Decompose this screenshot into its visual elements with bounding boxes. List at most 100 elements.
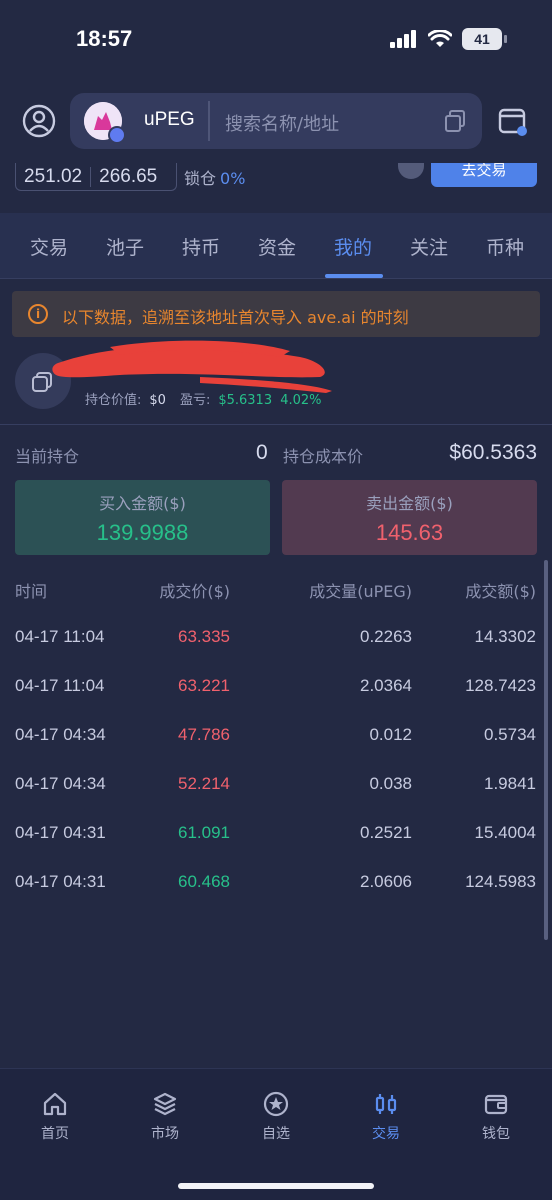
tab-holders[interactable]: 持币 (182, 233, 220, 260)
cost-price-label: 持仓成本价 (283, 447, 364, 466)
holding-stats: 持仓价值: $0 盈亏: $5.6313 4.02% (85, 389, 322, 408)
trade-row: 04-17 04:31 61.091 0.2521 15.4004 (0, 823, 552, 872)
trade-row: 04-17 04:34 47.786 0.012 0.5734 (0, 725, 552, 774)
trade-qty: 0.2263 (360, 627, 412, 646)
cost-price-value: $60.5363 (449, 441, 537, 464)
trade-amount: 128.7423 (465, 676, 536, 695)
trade-price: 47.786 (178, 725, 230, 744)
scrollbar[interactable] (544, 560, 548, 940)
price-range: 251.02 266.65 (15, 163, 177, 191)
section-divider (0, 424, 552, 425)
nav-market-label: 市场 (151, 1126, 179, 1142)
lock-label: 锁仓 (184, 169, 217, 188)
home-indicator (178, 1183, 374, 1189)
nav-wallet-label: 钱包 (482, 1126, 510, 1142)
pnl-label: 盈亏: (179, 393, 211, 408)
current-position-label: 当前持仓 (15, 447, 80, 466)
trade-qty: 0.2521 (360, 823, 412, 842)
column-header-amount: 成交额($) (465, 582, 536, 601)
account-icon[interactable] (22, 104, 56, 138)
price-high: 266.65 (99, 165, 158, 187)
trade-row: 04-17 11:04 63.221 2.0364 128.7423 (0, 676, 552, 725)
nav-watchlist[interactable]: 自选 (236, 1091, 316, 1143)
current-position-value: 0 (256, 441, 268, 464)
shield-icon (398, 163, 424, 179)
buy-amount-card: 买入金额($) 139.9988 (15, 480, 270, 555)
data-notice: i 以下数据，追溯至该地址首次导入 ave.ai 的时刻 (12, 291, 540, 337)
active-tab-indicator (325, 274, 383, 278)
holding-value-label: 持仓价值: (85, 393, 142, 408)
trade-price: 52.214 (178, 774, 230, 793)
layers-icon (153, 1092, 177, 1116)
tab-funds[interactable]: 资金 (258, 233, 296, 260)
trade-qty: 0.038 (369, 774, 412, 793)
wifi-icon (428, 30, 452, 47)
cellular-signal-icon (390, 30, 416, 48)
token-search-bar[interactable]: uPEG 搜索名称/地址 (70, 93, 482, 149)
notice-text: 以下数据，追溯至该地址首次导入 ave.ai 的时刻 (62, 308, 409, 327)
trade-time: 04-17 04:34 (15, 725, 106, 744)
nav-wallet[interactable]: 钱包 (456, 1091, 536, 1143)
trade-row: 04-17 11:04 63.335 0.2263 14.3302 (0, 627, 552, 676)
trade-amount: 15.4004 (474, 823, 536, 842)
pnl-percent: 4.02% (280, 393, 322, 408)
pnl-value: $5.6313 (218, 393, 273, 408)
trade-amount: 0.5734 (484, 725, 536, 744)
trade-time: 04-17 04:34 (15, 774, 106, 793)
status-icons: 41 (390, 28, 507, 50)
tab-following[interactable]: 关注 (410, 233, 448, 260)
chain-badge-icon (108, 126, 126, 144)
trade-time: 04-17 11:04 (15, 676, 105, 695)
trade-amount: 14.3302 (474, 627, 536, 646)
token-name: uPEG (144, 109, 195, 130)
price-low: 251.02 (24, 165, 83, 187)
nav-trade-label: 交易 (372, 1126, 400, 1142)
column-header-time: 时间 (15, 582, 48, 601)
section-tabs: 交易 池子 持币 资金 我的 关注 币种 (0, 213, 552, 279)
tab-mine[interactable]: 我的 (334, 233, 372, 260)
token-avatar (84, 102, 126, 144)
trade-qty: 0.012 (369, 725, 412, 744)
search-input[interactable]: 搜索名称/地址 (225, 110, 339, 136)
trade-amount: 124.5983 (465, 872, 536, 891)
trade-time: 04-17 04:31 (15, 872, 106, 891)
trade-price: 60.468 (178, 872, 230, 891)
nav-watchlist-label: 自选 (262, 1126, 290, 1142)
sell-amount-card: 卖出金额($) 145.63 (282, 480, 537, 555)
status-time: 18:57 (76, 26, 133, 51)
nav-home[interactable]: 首页 (15, 1091, 95, 1143)
nav-trade[interactable]: 交易 (346, 1091, 426, 1143)
column-header-price: 成交价($) (159, 582, 230, 601)
tab-token-info[interactable]: 币种 (486, 233, 524, 260)
nav-home-label: 首页 (41, 1126, 69, 1142)
battery-icon: 41 (462, 28, 507, 50)
info-icon: i (28, 304, 48, 324)
lock-value: 0% (220, 169, 246, 188)
trade-price: 61.091 (178, 823, 230, 842)
trade-row: 04-17 04:34 52.214 0.038 1.9841 (0, 774, 552, 823)
buy-amount-label: 买入金额($) (99, 494, 186, 513)
sell-amount-value: 145.63 (375, 520, 444, 545)
nav-market[interactable]: 市场 (125, 1091, 205, 1143)
candlestick-icon (375, 1094, 397, 1114)
wallet-icon (484, 1094, 508, 1115)
tab-pools[interactable]: 池子 (106, 233, 144, 260)
buy-amount-value: 139.9988 (96, 520, 189, 545)
redaction-mark (52, 340, 332, 393)
star-icon (263, 1091, 289, 1117)
trade-price: 63.335 (178, 627, 230, 646)
trade-qty: 2.0364 (360, 676, 412, 695)
trade-amount: 1.9841 (484, 774, 536, 793)
column-header-qty: 成交量(uPEG) (309, 582, 412, 601)
holding-value: $0 (149, 393, 166, 408)
sell-amount-label: 卖出金额($) (366, 494, 453, 513)
trade-time: 04-17 11:04 (15, 627, 105, 646)
bottom-navigation: 首页 市场 自选 交易 钱包 (0, 1068, 552, 1200)
tab-trades[interactable]: 交易 (30, 233, 68, 260)
copy-icon[interactable] (444, 109, 466, 133)
wallet-connect-icon[interactable] (498, 106, 528, 136)
go-trade-button[interactable]: 去交易 (431, 163, 537, 187)
trade-time: 04-17 04:31 (15, 823, 106, 842)
trade-qty: 2.0606 (360, 872, 412, 891)
trade-row: 04-17 04:31 60.468 2.0606 124.5983 (0, 872, 552, 921)
